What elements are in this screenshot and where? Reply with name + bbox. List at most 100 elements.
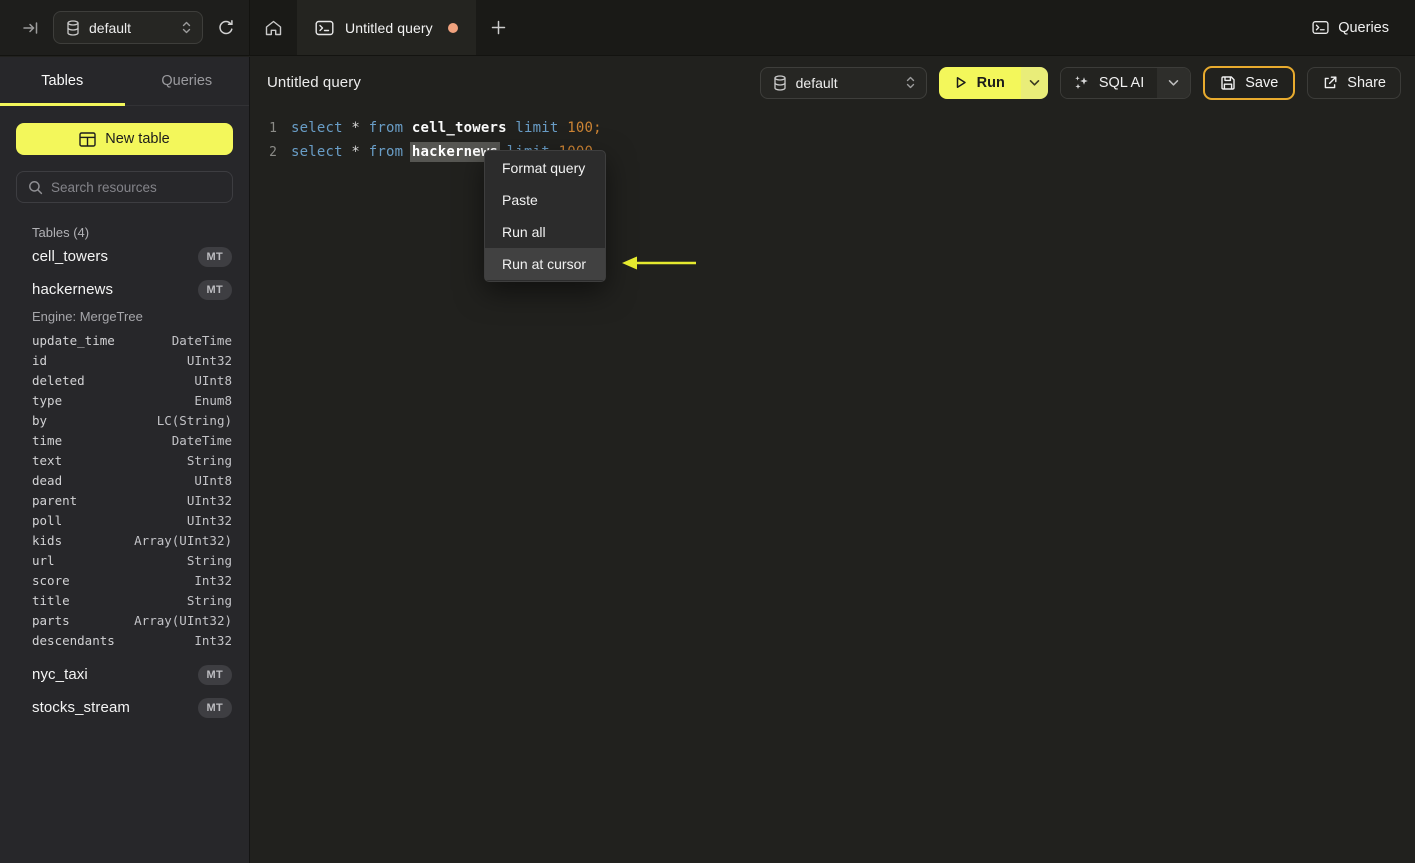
column-name: by [32, 412, 48, 428]
token-table: cell_towers [411, 120, 507, 136]
table-row-hackernews[interactable]: hackernews MT [0, 273, 249, 306]
table-name: cell_towers [32, 248, 109, 265]
chevron-down-icon [1029, 79, 1040, 87]
table-name: stocks_stream [32, 699, 130, 716]
table-grid-icon [79, 131, 96, 147]
search-resources-box [16, 171, 233, 203]
run-button-label: Run [976, 74, 1005, 91]
save-button-label: Save [1245, 74, 1279, 91]
token-keyword: from [368, 120, 404, 136]
search-icon [28, 180, 43, 195]
column-type: Array(UInt32) [134, 612, 232, 628]
home-button[interactable] [250, 0, 297, 55]
topbar-database-selector[interactable]: default [53, 11, 203, 44]
sidebar-tabs: Tables Queries [0, 57, 249, 106]
terminal-icon [315, 20, 334, 36]
column-name: parent [32, 492, 78, 508]
main-area: Untitled query default Run SQL AI Save S… [251, 57, 1415, 863]
column-type: String [186, 592, 232, 608]
token-keyword: select [291, 120, 343, 136]
query-database-value: default [795, 74, 838, 91]
column-name: dead [32, 472, 63, 488]
tab-label: Untitled query [345, 19, 433, 36]
column-type: String [186, 552, 232, 568]
column-row: kids Array(UInt32) [0, 530, 249, 550]
save-icon [1220, 75, 1236, 91]
run-split-button: Run [938, 66, 1048, 99]
run-button[interactable]: Run [938, 66, 1021, 99]
menu-item-paste[interactable]: Paste [485, 184, 605, 216]
column-name: title [32, 592, 70, 608]
new-table-button[interactable]: New table [16, 123, 233, 155]
sql-ai-label: SQL AI [1098, 74, 1145, 91]
terminal-icon [1312, 20, 1329, 35]
column-name: parts [32, 612, 70, 628]
sql-ai-options-caret[interactable] [1157, 67, 1191, 98]
save-button[interactable]: Save [1203, 65, 1296, 100]
column-type: UInt8 [194, 372, 232, 388]
topbar-right-section: Queries [1312, 0, 1415, 55]
column-name: kids [32, 532, 63, 548]
share-button[interactable]: Share [1307, 66, 1401, 99]
home-icon [264, 19, 283, 37]
column-name: id [32, 352, 48, 368]
collapse-right-icon [22, 20, 39, 36]
code-line[interactable]: 2select * from hackernews limit 1000 [251, 140, 1415, 164]
external-link-icon [1322, 75, 1338, 91]
tab-untitled-query[interactable]: Untitled query [297, 0, 476, 55]
sidebar-tab-queries[interactable]: Queries [125, 57, 250, 105]
token-number: 100; [567, 120, 602, 136]
menu-item-run-at-cursor[interactable]: Run at cursor [485, 248, 605, 280]
column-row: parent UInt32 [0, 490, 249, 510]
column-name: score [32, 572, 70, 588]
column-row: time DateTime [0, 430, 249, 450]
table-row-cell-towers[interactable]: cell_towers MT [0, 240, 249, 273]
menu-item-run-all[interactable]: Run all [485, 216, 605, 248]
token-keyword: limit [515, 120, 559, 136]
line-number: 1 [269, 120, 277, 136]
query-database-selector[interactable]: default [759, 66, 927, 99]
sql-editor[interactable]: 1 select * from cell_towers limit 100; 2 se… [251, 108, 1415, 164]
code-line[interactable]: 1 select * from cell_towers limit 100; [251, 116, 1415, 140]
app-window: default Untitled query Queries Tables Qu… [0, 0, 1415, 863]
table-row-nyc-taxi[interactable]: nyc_taxi MT [0, 658, 249, 691]
collapse-sidebar-button[interactable] [22, 20, 39, 36]
chevron-updown-icon [181, 20, 192, 35]
refresh-button[interactable] [217, 19, 235, 37]
column-name: update_time [32, 332, 115, 348]
engine-badge: MT [197, 246, 232, 267]
tables-section-label: Tables (4) [32, 225, 90, 240]
column-row: score Int32 [0, 570, 249, 590]
new-tab-button[interactable] [476, 0, 522, 55]
new-table-label: New table [105, 131, 170, 147]
column-type: String [186, 452, 232, 468]
column-row: url String [0, 550, 249, 570]
table-row-stocks-stream[interactable]: stocks_stream MT [0, 691, 249, 724]
column-type: Array(UInt32) [134, 532, 232, 548]
refresh-icon [217, 19, 235, 37]
run-options-caret[interactable] [1020, 66, 1048, 99]
line-number: 2 [269, 144, 277, 160]
column-type: Enum8 [194, 392, 232, 408]
column-row: update_time DateTime [0, 330, 249, 350]
column-row: descendants Int32 [0, 630, 249, 650]
queries-button[interactable]: Queries [1312, 20, 1389, 36]
sidebar: Tables Queries New table Tables (4) cell… [0, 57, 250, 863]
engine-badge: MT [197, 664, 232, 685]
menu-item-format-query[interactable]: Format query [485, 152, 605, 184]
topbar: default Untitled query Queries [0, 0, 1415, 56]
column-row: parts Array(UInt32) [0, 610, 249, 630]
sql-ai-button[interactable]: SQL AI [1060, 67, 1158, 98]
column-name: time [32, 432, 63, 448]
column-type: Int32 [194, 632, 232, 648]
sidebar-tab-tables[interactable]: Tables [0, 57, 125, 106]
column-row: by LC(String) [0, 410, 249, 430]
column-type: UInt32 [186, 512, 232, 528]
search-resources-input[interactable] [51, 179, 228, 195]
topbar-left-section: default [0, 0, 250, 55]
column-type: UInt32 [186, 492, 232, 508]
column-row: id UInt32 [0, 350, 249, 370]
